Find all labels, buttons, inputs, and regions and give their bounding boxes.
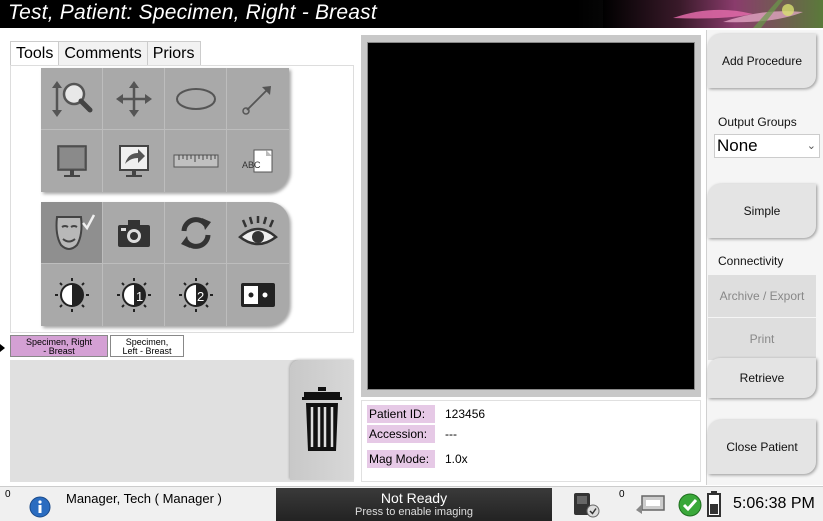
tool-group-measure: ABC (41, 68, 289, 192)
accession-row: Accession: --- (367, 425, 457, 443)
check-status-icon[interactable] (677, 492, 703, 518)
output-queue-icon[interactable] (634, 492, 668, 518)
mag-mode-label: Mag Mode: (367, 450, 435, 468)
export-monitor-icon (118, 145, 149, 177)
contrast-2-tool[interactable]: 2 (165, 264, 227, 326)
tool-group-display: 1 2 (41, 202, 289, 326)
ready-title: Not Ready (380, 490, 448, 506)
current-user: Manager, Tech ( Manager ) (66, 491, 222, 506)
archive-export-button[interactable]: Archive / Export (708, 275, 816, 317)
contrast-tool[interactable] (41, 264, 103, 326)
battery-icon[interactable] (705, 490, 725, 520)
title-bar: Test, Patient: Specimen, Right - Breast (0, 0, 823, 28)
ruler-tool[interactable] (165, 130, 227, 192)
contrast-1-tool[interactable]: 1 (103, 264, 165, 326)
tools-panel: ABC 1 2 (10, 65, 354, 333)
patient-id-label: Patient ID: (367, 405, 435, 423)
ready-subtitle: Press to enable imaging (354, 506, 473, 518)
trash-button[interactable] (290, 360, 354, 480)
tab-priors[interactable]: Priors (146, 41, 201, 65)
specimen-thumb-left-breast[interactable]: Specimen, Left - Breast (110, 335, 184, 357)
text-annotation-tool[interactable]: ABC (227, 130, 289, 192)
flower-banner-image (603, 0, 823, 28)
ellipse-roi-icon (175, 87, 216, 110)
info-icon[interactable] (28, 495, 52, 519)
accession-value: --- (445, 427, 457, 441)
mag-mode-row: Mag Mode: 1.0x (367, 450, 468, 468)
specimen-thumb-right-breast[interactable]: Specimen, Right - Breast (10, 335, 108, 357)
zoom-icon (51, 80, 92, 117)
arrow-annotation-icon (242, 85, 271, 115)
current-specimen-marker (0, 344, 5, 352)
specimen-thumb-label-2: - Breast (43, 346, 75, 356)
face-review-icon (55, 213, 95, 250)
zoom-tool[interactable] (41, 68, 103, 130)
not-ready-button[interactable]: Not Ready Press to enable imaging (276, 488, 552, 521)
alarm-count: 0 (5, 489, 11, 500)
clock: 5:06:38 PM (733, 495, 815, 512)
output-groups-label: Output Groups (718, 115, 797, 129)
patient-id-row: Patient ID: 123456 (367, 405, 485, 423)
text-annotation-label: ABC (242, 160, 261, 170)
contrast-2-label: 2 (197, 289, 204, 304)
close-patient-button[interactable]: Close Patient (708, 420, 816, 474)
camera-icon (117, 219, 150, 247)
window-title: Test, Patient: Specimen, Right - Breast (8, 1, 377, 24)
ellipse-tool[interactable] (165, 68, 227, 130)
detector-status-icon[interactable] (568, 491, 602, 519)
contrast-2-icon: 2 (178, 278, 213, 312)
queue-count: 0 (619, 489, 625, 500)
retrieve-button[interactable]: Retrieve (708, 358, 816, 398)
output-groups-select[interactable]: None ⌄ (714, 134, 820, 158)
specimen-thumb-label-2: Left - Breast (122, 346, 172, 356)
text-annotation-icon: ABC (242, 149, 273, 173)
eye-icon (238, 215, 278, 245)
face-review-tool[interactable] (41, 202, 103, 264)
patient-id-value: 123456 (445, 407, 486, 421)
refresh-icon (180, 216, 211, 249)
mag-mode-value: 1.0x (445, 452, 468, 466)
contrast-icon (54, 278, 89, 312)
print-button[interactable]: Print (708, 318, 816, 360)
add-procedure-button[interactable]: Add Procedure (708, 34, 816, 88)
export-monitor-tool[interactable] (103, 130, 165, 192)
accession-label: Accession: (367, 425, 435, 443)
eye-tool[interactable] (227, 202, 289, 264)
tab-tools[interactable]: Tools (10, 41, 60, 65)
monitor-icon (56, 145, 87, 177)
ruler-icon (173, 154, 218, 168)
monitor-tool[interactable] (41, 130, 103, 192)
image-viewer[interactable] (367, 42, 695, 390)
chevron-down-icon: ⌄ (806, 140, 816, 152)
contrast-1-label: 1 (136, 289, 143, 304)
camera-tool[interactable] (103, 202, 165, 264)
trash-icon (302, 387, 342, 451)
arrow-tool[interactable] (227, 68, 289, 130)
invert-icon (241, 283, 275, 307)
tab-comments[interactable]: Comments (58, 41, 148, 65)
invert-tool[interactable] (227, 264, 289, 326)
tab-bar: Tools Comments Priors (10, 41, 201, 65)
pan-tool[interactable] (103, 68, 165, 130)
refresh-tool[interactable] (165, 202, 227, 264)
output-groups-value: None (717, 136, 758, 155)
pan-icon (115, 80, 152, 117)
simple-button[interactable]: Simple (708, 184, 816, 238)
status-bar: 0 Manager, Tech ( Manager ) Not Ready Pr… (0, 486, 823, 521)
contrast-1-icon: 1 (116, 278, 151, 312)
connectivity-label: Connectivity (718, 254, 784, 268)
patient-info-panel: Patient ID: 123456 Accession: --- Mag Mo… (361, 400, 701, 482)
